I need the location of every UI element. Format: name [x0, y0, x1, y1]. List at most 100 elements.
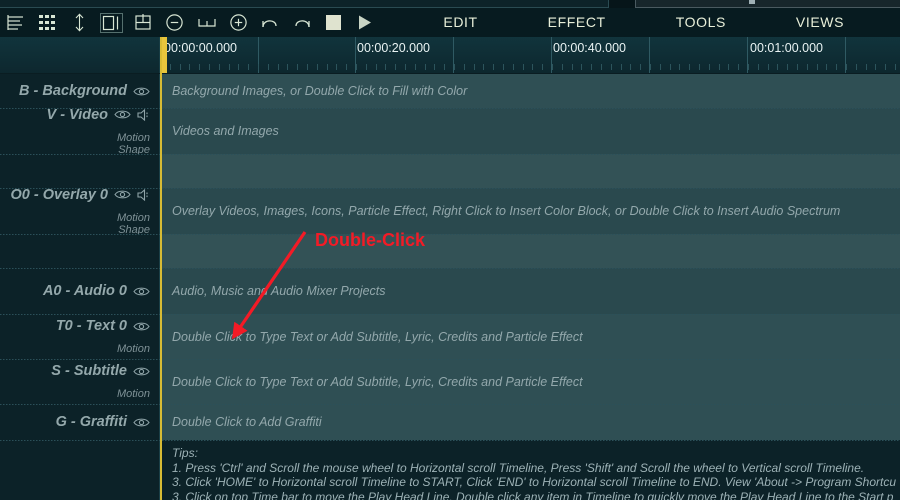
window-chrome: [0, 0, 900, 8]
track-divider: [0, 314, 900, 315]
timeline-ruler[interactable]: 00:00:00.000 00:00:20.000 00:00:40.000 00:0…: [0, 37, 900, 74]
ruler-minor-tick: [385, 64, 386, 70]
ruler-minor-tick: [777, 64, 778, 70]
eye-icon[interactable]: [114, 109, 131, 120]
ruler-minor-tick: [474, 64, 475, 70]
track-hint-background: Background Images, or Double Click to Fi…: [172, 84, 468, 98]
track-header-main-subtitle: S - Subtitle: [51, 363, 150, 379]
undo-icon[interactable]: [254, 8, 286, 37]
track-lane-background[interactable]: Background Images, or Double Click to Fi…: [160, 74, 900, 108]
stop-icon[interactable]: [318, 8, 350, 37]
track-lane-video[interactable]: Videos and Images: [160, 108, 900, 154]
track-header-graffiti[interactable]: G - Graffiti: [0, 404, 160, 440]
track-header-text0[interactable]: T0 - Text 0 Motion: [0, 314, 160, 359]
track-sublabel-text0-0[interactable]: Motion: [117, 343, 150, 355]
ruler-minor-tick: [699, 64, 700, 70]
ruler-minor-tick: [434, 64, 435, 70]
ruler-minor-tick: [425, 64, 426, 70]
track-lane-graffiti[interactable]: Double Click to Add Graffiti: [160, 404, 900, 440]
ruler-minor-tick: [866, 64, 867, 70]
ruler-minor-tick: [826, 64, 827, 70]
zoom-in-icon[interactable]: [222, 8, 254, 37]
ruler-minor-tick: [748, 64, 749, 70]
menu-effect[interactable]: EFFECT: [534, 8, 620, 37]
eye-icon[interactable]: [133, 366, 150, 377]
redo-icon[interactable]: [286, 8, 318, 37]
play-icon[interactable]: [350, 8, 382, 37]
track-header-overlay0-sub[interactable]: [0, 234, 160, 268]
track-row-subtitle[interactable]: S - Subtitle Motion Double Click to Type T…: [0, 359, 900, 404]
menu-edit[interactable]: EDIT: [429, 8, 491, 37]
ruler-minor-tick: [415, 64, 416, 70]
ruler-time-label: 00:00:20.000: [357, 41, 430, 55]
eye-icon[interactable]: [133, 86, 150, 97]
zoom-out-icon[interactable]: [159, 8, 191, 37]
ruler-minor-tick: [719, 64, 720, 70]
track-header-video-sub[interactable]: [0, 154, 160, 188]
track-row-graffiti[interactable]: G - Graffiti Double Click to Add Graffiti: [0, 404, 900, 440]
track-sublabel-subtitle-0[interactable]: Motion: [117, 388, 150, 400]
track-row-video[interactable]: V - Video Motion Shape Videos and Images: [0, 107, 900, 156]
ruler-minor-tick: [464, 64, 465, 70]
menu-tools[interactable]: TOOLS: [662, 8, 740, 37]
ruler-minor-tick: [817, 64, 818, 70]
track-row-overlay0[interactable]: O0 - Overlay 0 Motion Shape Overlay Videos,…: [0, 187, 900, 236]
track-lane-video-sub[interactable]: [160, 154, 900, 188]
track-sublabels-text0: Motion: [117, 343, 150, 355]
track-header-subtitle[interactable]: S - Subtitle Motion: [0, 359, 160, 404]
menu-views[interactable]: VIEWS: [782, 8, 858, 37]
timeline-tracks: B - Background Background Images, or Doub…: [0, 74, 900, 500]
track-header-audio0[interactable]: A0 - Audio 0: [0, 268, 160, 314]
ruler-minor-tick: [630, 64, 631, 70]
ruler-minor-tick: [797, 64, 798, 70]
ruler-minor-tick: [356, 64, 357, 70]
speaker-icon[interactable]: [137, 108, 150, 121]
ruler-minor-tick: [572, 64, 573, 70]
track-lane-subtitle[interactable]: Double Click to Type Text or Add Subtitl…: [160, 359, 900, 404]
speaker-icon[interactable]: [137, 188, 150, 201]
track-row-overlay0-sub[interactable]: [0, 234, 900, 268]
ruler-minor-tick: [660, 64, 661, 70]
track-divider: [0, 404, 900, 405]
track-row-video-sub[interactable]: [0, 154, 900, 188]
track-row-audio0[interactable]: A0 - Audio 0 Audio, Music and Audio Mixer…: [0, 268, 900, 314]
ruler-minor-tick: [679, 64, 680, 70]
ruler-minor-tick: [728, 64, 729, 70]
ruler-minor-tick: [875, 64, 876, 70]
track-header-video[interactable]: V - Video Motion Shape: [0, 107, 160, 156]
track-header-overlay0[interactable]: O0 - Overlay 0 Motion Shape: [0, 187, 160, 236]
track-label-audio0: A0 - Audio 0: [42, 283, 127, 299]
fit-timeline-icon[interactable]: [191, 8, 223, 37]
track-row-text0[interactable]: T0 - Text 0 Motion Double Click to Type Te…: [0, 314, 900, 359]
frame-box-icon[interactable]: [95, 8, 127, 37]
ruler-minor-tick: [591, 64, 592, 70]
ruler-minor-tick: [346, 64, 347, 70]
ruler-minor-tick: [180, 64, 181, 70]
track-sublabel-overlay0-0[interactable]: Motion: [117, 212, 150, 224]
ruler-minor-tick: [483, 64, 484, 70]
ruler-minor-tick: [229, 64, 230, 70]
ruler-minor-tick: [366, 64, 367, 70]
ruler-minor-tick: [248, 64, 249, 70]
ruler-minor-tick: [581, 64, 582, 70]
ruler-minor-tick: [405, 64, 406, 70]
grid-dots-icon[interactable]: [32, 8, 64, 37]
ruler-minor-tick: [297, 64, 298, 70]
ruler-minor-tick: [787, 64, 788, 70]
track-header-background[interactable]: B - Background: [0, 74, 160, 108]
eye-icon[interactable]: [133, 321, 150, 332]
track-row-background[interactable]: B - Background Background Images, or Doub…: [0, 74, 900, 108]
tips-line-2: 3. Click 'HOME' to Horizontal scroll Tim…: [172, 475, 896, 490]
vertical-resize-icon[interactable]: [64, 8, 96, 37]
eye-icon[interactable]: [133, 417, 150, 428]
split-box-icon[interactable]: [127, 8, 159, 37]
track-sublabel-video-0[interactable]: Motion: [117, 132, 150, 144]
align-lines-icon[interactable]: [0, 8, 32, 37]
track-divider: [0, 268, 900, 269]
eye-icon[interactable]: [114, 189, 131, 200]
eye-icon[interactable]: [133, 286, 150, 297]
track-divider: [0, 440, 900, 441]
track-divider: [0, 234, 900, 235]
track-sublabels-subtitle: Motion: [117, 388, 150, 400]
ruler-minor-tick: [219, 64, 220, 70]
